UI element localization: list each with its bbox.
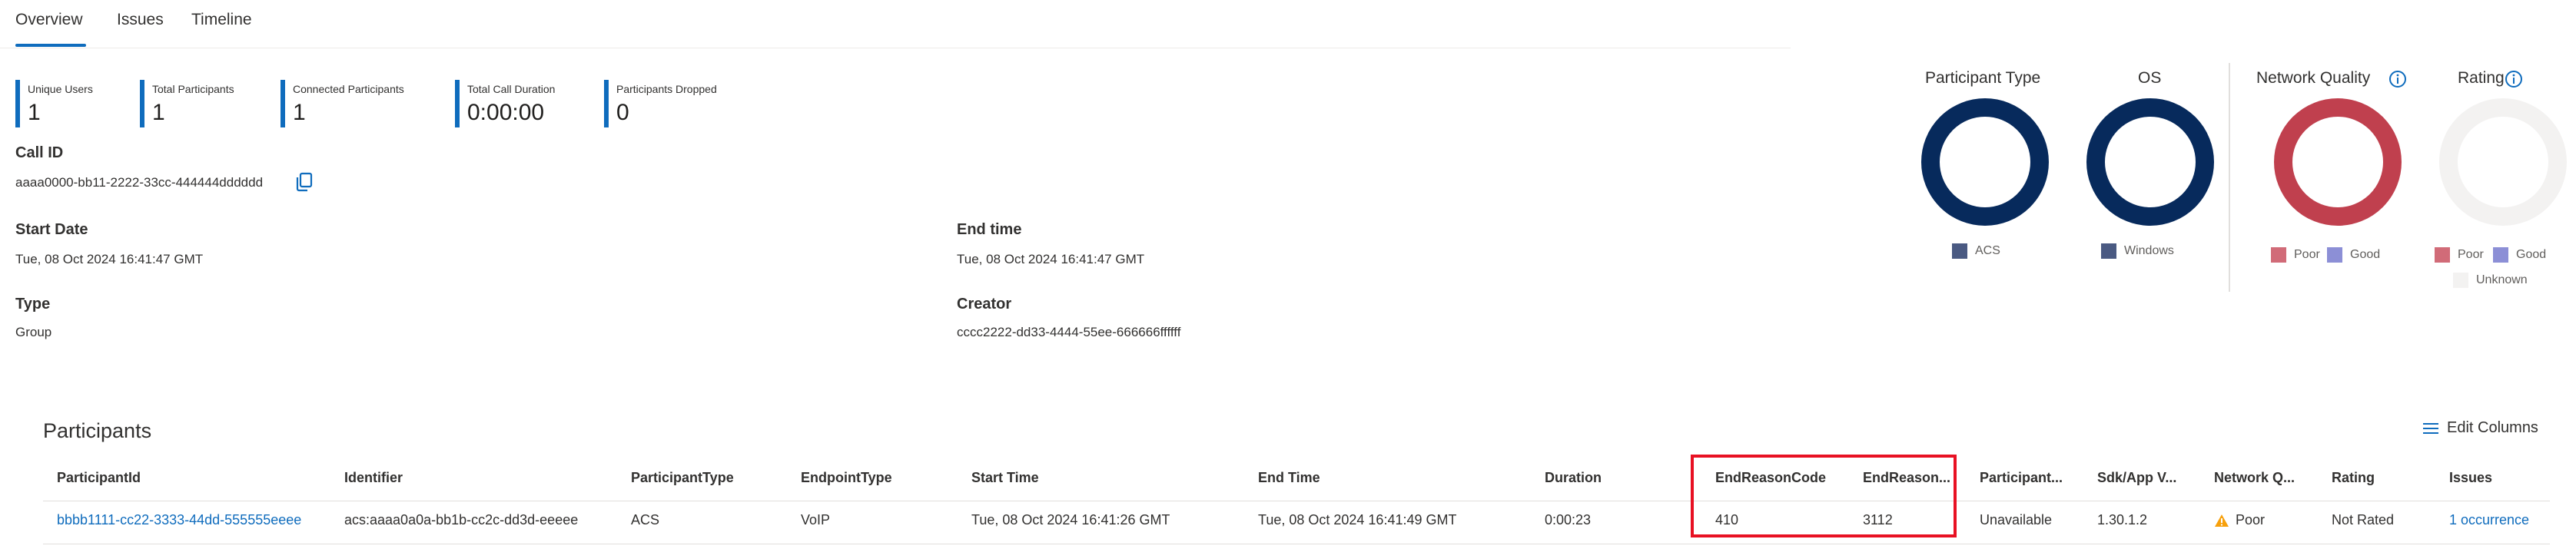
network-quality-donut[interactable] — [2271, 95, 2405, 229]
os-chart-title: OS — [2138, 69, 2162, 87]
identifier-cell: acs:aaaa0a0a-bb1b-cc2c-dd3d-eeeee — [344, 512, 579, 528]
legend-label: Good — [2516, 248, 2547, 261]
os-legend-windows[interactable]: Windows — [2101, 243, 2174, 259]
legend-swatch — [2453, 273, 2468, 288]
start-time-cell: Tue, 08 Oct 2024 16:41:26 GMT — [971, 512, 1170, 528]
participants-title: Participants — [43, 419, 152, 442]
info-icon[interactable] — [2388, 70, 2407, 88]
rating-legend-unknown[interactable]: Unknown — [2453, 273, 2528, 288]
stat-total-call-duration: Total Call Duration 0:00:00 — [455, 80, 555, 127]
edit-columns-button[interactable]: Edit Columns — [2422, 419, 2538, 437]
legend-label: Windows — [2124, 244, 2174, 257]
network-quality-chart-title: Network Quality — [2256, 69, 2371, 87]
legend-swatch — [2435, 247, 2450, 263]
legend-swatch — [1952, 243, 1967, 259]
endpoint-type-cell: VoIP — [801, 512, 831, 528]
stat-label: Total Participants — [152, 83, 234, 95]
column-header-sdk-version[interactable]: Sdk/App V... — [2097, 470, 2176, 486]
column-header-participant-status[interactable]: Participant... — [1980, 470, 2063, 486]
end-time-value: Tue, 08 Oct 2024 16:41:47 GMT — [957, 252, 1145, 266]
os-donut[interactable] — [2083, 95, 2217, 229]
participant-type-cell: ACS — [631, 512, 660, 528]
column-header-participant-id[interactable]: ParticipantId — [57, 470, 141, 486]
copy-icon[interactable] — [295, 172, 314, 192]
rating-legend-poor[interactable]: Poor — [2435, 247, 2484, 263]
rating-donut[interactable] — [2436, 95, 2570, 229]
stat-connected-participants: Connected Participants 1 — [281, 80, 404, 127]
active-tab-indicator — [15, 44, 86, 47]
column-header-rating[interactable]: Rating — [2332, 470, 2375, 486]
legend-label: Poor — [2294, 248, 2320, 261]
creator-label: Creator — [957, 296, 1012, 313]
column-header-network-quality[interactable]: Network Q... — [2214, 470, 2295, 486]
stat-label: Unique Users — [28, 83, 93, 95]
rating-chart-title: Rating — [2458, 69, 2505, 87]
edit-columns-label: Edit Columns — [2447, 419, 2538, 436]
participant-type-legend-acs[interactable]: ACS — [1952, 243, 2000, 259]
rating-cell: Not Rated — [2332, 512, 2395, 528]
call-id-label: Call ID — [15, 144, 64, 161]
stat-value: 0 — [616, 100, 629, 125]
stat-participants-dropped: Participants Dropped 0 — [604, 80, 717, 127]
column-header-duration[interactable]: Duration — [1545, 470, 1602, 486]
participant-status-cell: Unavailable — [1980, 512, 2053, 528]
issues-link[interactable]: 1 occurrence — [2449, 512, 2529, 528]
call-id-value: aaaa0000-bb11-2222-33cc-444444dddddd — [15, 175, 264, 190]
charts-divider — [2229, 63, 2230, 292]
column-header-start-time[interactable]: Start Time — [971, 470, 1039, 486]
legend-swatch — [2327, 247, 2342, 263]
creator-value: cccc2222-dd33-4444-55ee-666666ffffff — [957, 325, 1181, 339]
end-time-cell: Tue, 08 Oct 2024 16:41:49 GMT — [1258, 512, 1457, 528]
tab-overview[interactable]: Overview — [15, 11, 83, 29]
column-header-end-time[interactable]: End Time — [1258, 470, 1320, 486]
stat-label: Participants Dropped — [616, 83, 717, 95]
column-header-participant-type[interactable]: ParticipantType — [631, 470, 734, 486]
start-date-label: Start Date — [15, 221, 88, 238]
legend-swatch — [2493, 247, 2508, 263]
end-time-label: End time — [957, 221, 1022, 238]
network-quality-legend-good[interactable]: Good — [2327, 247, 2380, 263]
stat-total-participants: Total Participants 1 — [140, 80, 234, 127]
participant-id-link[interactable]: bbbb1111-cc22-3333-44dd-555555eeee — [57, 512, 330, 528]
column-header-issues[interactable]: Issues — [2449, 470, 2492, 486]
legend-label: Unknown — [2476, 273, 2528, 286]
legend-label: ACS — [1975, 244, 2000, 257]
stat-value: 1 — [28, 100, 41, 125]
sdk-version-cell: 1.30.1.2 — [2097, 512, 2148, 528]
stat-label: Connected Participants — [293, 83, 404, 95]
network-quality-cell: Poor — [2214, 512, 2265, 528]
participant-type-chart-title: Participant Type — [1925, 69, 2041, 87]
stat-label: Total Call Duration — [467, 83, 556, 95]
info-icon[interactable] — [2505, 70, 2523, 88]
rating-legend-good[interactable]: Good — [2493, 247, 2546, 263]
tab-timeline[interactable]: Timeline — [191, 11, 252, 29]
column-header-endpoint-type[interactable]: EndpointType — [801, 470, 892, 486]
legend-swatch — [2101, 243, 2116, 259]
tab-issues[interactable]: Issues — [117, 11, 164, 29]
stat-unique-users: Unique Users 1 — [15, 80, 93, 127]
list-icon — [2423, 422, 2438, 434]
duration-cell: 0:00:23 — [1545, 512, 1592, 528]
participant-type-donut[interactable] — [1918, 95, 2052, 229]
highlight-box — [1691, 455, 1957, 537]
type-value: Group — [15, 325, 52, 339]
type-label: Type — [15, 296, 51, 313]
network-quality-legend-poor[interactable]: Poor — [2271, 247, 2320, 263]
legend-label: Poor — [2458, 248, 2484, 261]
warning-icon — [2215, 514, 2229, 527]
network-quality-value: Poor — [2236, 512, 2266, 528]
column-header-identifier[interactable]: Identifier — [344, 470, 403, 486]
stat-value: 0:00:00 — [467, 100, 545, 125]
stat-value: 1 — [152, 100, 165, 125]
legend-swatch — [2271, 247, 2286, 263]
start-date-value: Tue, 08 Oct 2024 16:41:47 GMT — [15, 252, 204, 266]
stat-value: 1 — [293, 100, 306, 125]
legend-label: Good — [2350, 248, 2381, 261]
